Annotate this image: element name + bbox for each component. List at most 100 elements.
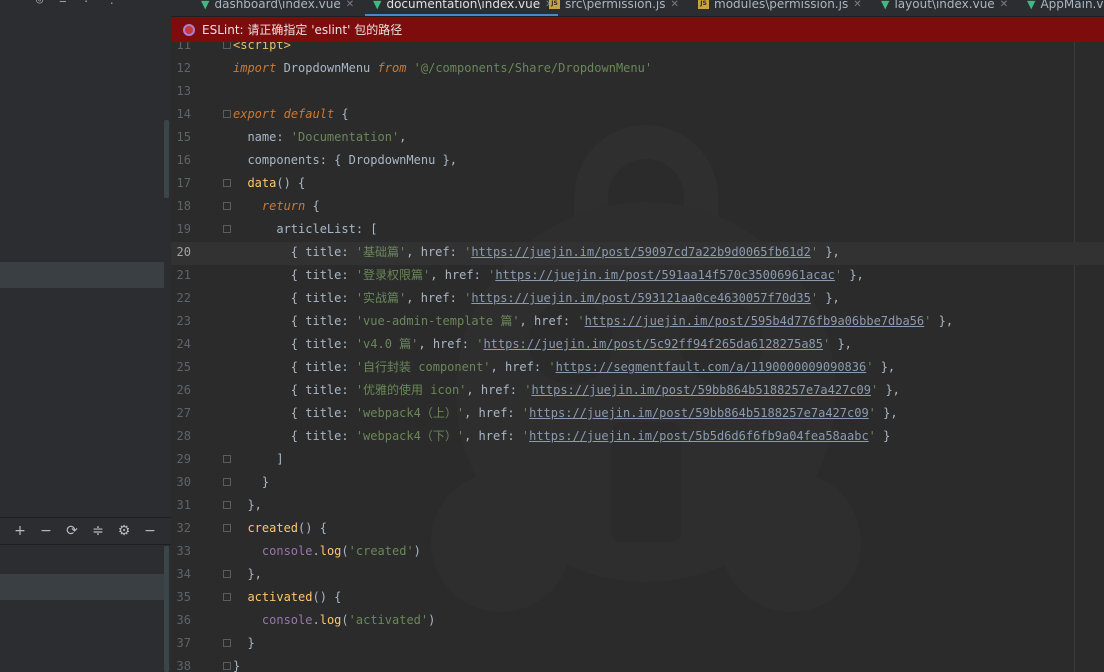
code-text: articleList: [ — [233, 222, 378, 236]
eslint-banner-text: ESLint: 请正确指定 'eslint' 包的路径 — [202, 23, 403, 37]
fold-marker-icon[interactable] — [223, 662, 231, 670]
fold-marker-icon[interactable] — [223, 501, 231, 509]
expand-icon[interactable]: ÷ — [82, 0, 89, 6]
fold-marker-icon[interactable] — [223, 225, 231, 233]
code-line[interactable]: 12 import DropdownMenu from '@/components… — [171, 57, 1104, 80]
code-text: console.log('created') — [261, 544, 421, 558]
code-line[interactable]: 17 data() { — [171, 172, 1104, 195]
code-line[interactable]: 16 components: { DropdownMenu }, — [171, 149, 1104, 172]
line-number: 12 — [176, 61, 191, 75]
line-number: 27 — [176, 406, 191, 420]
line-number: 22 — [176, 291, 191, 305]
line-number: 20 — [176, 245, 191, 259]
code-line[interactable]: 14 export default { — [171, 103, 1104, 126]
code-text: { title: '优雅的使用 icon', href: 'https://ju… — [233, 383, 900, 397]
project-selected-row[interactable] — [0, 262, 164, 288]
line-number: 26 — [176, 383, 191, 397]
code-line[interactable]: 22 { title: '实战篇', href: 'https://juejin… — [171, 287, 1104, 310]
code-line[interactable]: 37 } — [171, 632, 1104, 655]
line-number: 13 — [176, 84, 191, 98]
tab-label: AppMain.v — [1040, 0, 1104, 11]
js-file-icon: JS — [549, 0, 560, 9]
gear-icon[interactable]: ⚙ — [116, 523, 132, 539]
code-text: return { — [261, 199, 320, 213]
code-line[interactable]: 35 activated() { — [171, 586, 1104, 609]
code-text: activated() { — [247, 590, 342, 604]
code-line[interactable]: 13 — [171, 80, 1104, 103]
tab-label: dashboard\index.vue — [214, 0, 341, 11]
plus-icon[interactable]: + — [12, 523, 28, 539]
code-line[interactable]: 20 { title: '基础篇', href: 'https://juejin… — [171, 241, 1104, 264]
line-number: 34 — [176, 567, 191, 581]
collapse-all-icon[interactable]: ≡ — [59, 0, 66, 6]
code-line[interactable]: 36 console.log('activated') — [171, 609, 1104, 632]
fold-marker-icon[interactable] — [223, 455, 231, 463]
project-scrollbar[interactable] — [164, 120, 169, 198]
line-number: 30 — [176, 475, 191, 489]
close-icon[interactable]: ✕ — [1000, 0, 1008, 10]
code-line[interactable]: 27 { title: 'webpack4（上）', href: 'https:… — [171, 402, 1104, 425]
line-number: 37 — [176, 636, 191, 650]
code-line[interactable]: 33 console.log('created') — [171, 540, 1104, 563]
fold-marker-icon[interactable] — [223, 179, 231, 187]
tab-5[interactable]: ▼ AppMain.v — [1027, 0, 1103, 14]
close-icon[interactable]: ✕ — [853, 0, 861, 10]
tab-3[interactable]: JS modules\permission.js ✕ — [698, 0, 862, 14]
fold-marker-icon[interactable] — [223, 110, 231, 118]
code-text: }, — [233, 567, 262, 581]
bottom-panel-scrollbar[interactable] — [164, 546, 169, 672]
eslint-warning-banner[interactable]: ESLint: 请正确指定 'eslint' 包的路径 — [171, 17, 1104, 42]
code-line[interactable]: 18 return { — [171, 195, 1104, 218]
close-icon[interactable]: ✕ — [671, 0, 679, 10]
code-line[interactable]: 25 { title: '自行封装 component', href: 'htt… — [171, 356, 1104, 379]
bottom-panel-selected-row[interactable] — [0, 574, 164, 600]
code-line[interactable]: 34 }, — [171, 563, 1104, 586]
fold-marker-icon[interactable] — [223, 593, 231, 601]
fold-marker-icon[interactable] — [223, 524, 231, 532]
tab-2[interactable]: JS src\permission.js ✕ — [549, 0, 679, 14]
code-text: ] — [233, 452, 284, 466]
code-line[interactable]: 30 } — [171, 471, 1104, 494]
code-text: { title: '自行封装 component', href: 'https:… — [233, 360, 896, 374]
code-line[interactable]: 24 { title: 'v4.0 篇', href: 'https://jue… — [171, 333, 1104, 356]
code-text: { title: 'vue-admin-template 篇', href: '… — [233, 314, 954, 328]
more-icon[interactable]: ⋮ — [106, 0, 118, 6]
fold-marker-icon[interactable] — [223, 202, 231, 210]
code-text: console.log('activated') — [261, 613, 436, 627]
code-line[interactable]: 26 { title: '优雅的使用 icon', href: 'https:/… — [171, 379, 1104, 402]
tab-4[interactable]: ▼ layout\index.vue ✕ — [881, 0, 1008, 14]
line-number: 23 — [176, 314, 191, 328]
code-line[interactable]: 11 <script> — [171, 42, 1104, 57]
code-line[interactable]: 38} — [171, 655, 1104, 672]
code-editor[interactable]: 11 <script> 12 import DropdownMenu from '@/… — [171, 42, 1104, 672]
fold-marker-icon[interactable] — [223, 570, 231, 578]
code-line[interactable]: 31 }, — [171, 494, 1104, 517]
line-number: 36 — [176, 613, 191, 627]
code-line[interactable]: 19 articleList: [ — [171, 218, 1104, 241]
tab-label: documentation\index.vue — [386, 0, 541, 11]
hide-icon[interactable]: − — [142, 523, 158, 539]
fold-marker-icon[interactable] — [223, 639, 231, 647]
code-text: } — [233, 659, 241, 672]
vue-file-icon: ▼ — [881, 0, 890, 11]
code-line[interactable]: 21 { title: '登录权限篇', href: 'https://juej… — [171, 264, 1104, 287]
tab-0[interactable]: ▼ dashboard\index.vue ✕ — [201, 0, 354, 14]
code-line[interactable]: 28 { title: 'webpack4（下）', href: 'https:… — [171, 425, 1104, 448]
fold-marker-icon[interactable] — [223, 478, 231, 486]
code-line[interactable]: 29 ] — [171, 448, 1104, 471]
line-number: 16 — [176, 153, 191, 167]
code-line[interactable]: 32 created() { — [171, 517, 1104, 540]
close-icon[interactable]: ✕ — [346, 0, 354, 10]
line-number: 28 — [176, 429, 191, 443]
code-line[interactable]: 15 name: 'Documentation', — [171, 126, 1104, 149]
tab-1[interactable]: ▼documentation\index.vue✕ — [365, 0, 558, 16]
fold-marker-icon[interactable] — [223, 42, 231, 49]
vue-file-icon: ▼ — [201, 0, 210, 11]
line-number: 19 — [176, 222, 191, 236]
code-line[interactable]: 23 { title: 'vue-admin-template 篇', href… — [171, 310, 1104, 333]
refresh-icon[interactable]: ⟳ — [64, 523, 80, 539]
minus-icon[interactable]: − — [38, 523, 54, 539]
collapse-icon[interactable]: ≑ — [90, 523, 106, 539]
locate-icon[interactable]: ◎ — [36, 0, 43, 6]
line-number: 33 — [176, 544, 191, 558]
